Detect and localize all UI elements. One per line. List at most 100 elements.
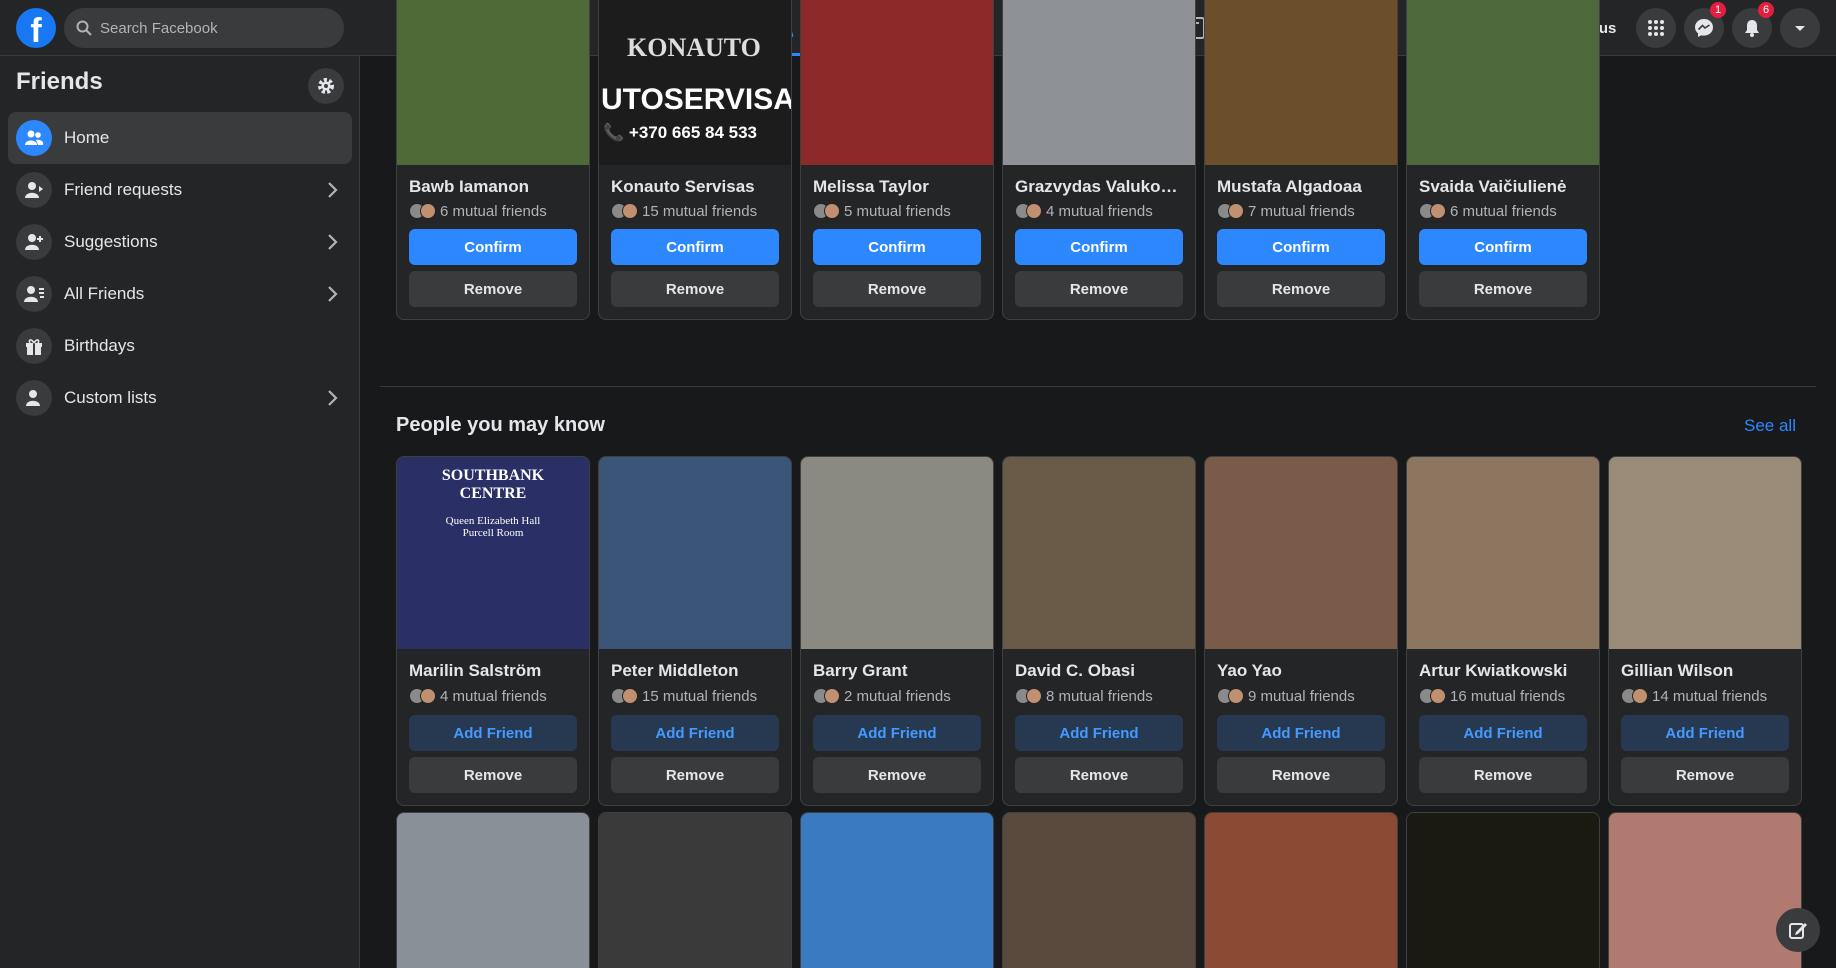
- profile-photo[interactable]: [801, 813, 993, 968]
- remove-button[interactable]: Remove: [1419, 757, 1587, 793]
- sidebar-item-custom-lists[interactable]: Custom lists: [8, 372, 352, 424]
- notifications-button[interactable]: 6: [1732, 2, 1774, 48]
- remove-button[interactable]: Remove: [813, 271, 981, 307]
- profile-photo[interactable]: [599, 457, 791, 649]
- confirm-button[interactable]: Confirm: [813, 229, 981, 265]
- sidebar-item-home[interactable]: Home: [8, 112, 352, 164]
- profile-photo[interactable]: [1609, 457, 1801, 649]
- add-friend-button[interactable]: Add Friend: [1621, 715, 1789, 751]
- sidebar-item-label: Friend requests: [64, 180, 183, 199]
- remove-button[interactable]: Remove: [409, 757, 577, 793]
- sidebar-item-suggestions[interactable]: Suggestions: [8, 216, 352, 268]
- mutual-friends[interactable]: 6 mutual friends: [1407, 197, 1599, 221]
- remove-button[interactable]: Remove: [611, 757, 779, 793]
- confirm-button[interactable]: Confirm: [1217, 229, 1385, 265]
- profile-photo[interactable]: [397, 0, 589, 165]
- remove-button[interactable]: Remove: [1217, 271, 1385, 307]
- friend-request-card: Melissa Taylor 5 mutual friends Confirm …: [800, 0, 994, 320]
- remove-button[interactable]: Remove: [409, 271, 577, 307]
- remove-button[interactable]: Remove: [1015, 271, 1183, 307]
- mutual-friends[interactable]: 9 mutual friends: [1205, 681, 1397, 705]
- search-box[interactable]: [64, 8, 344, 48]
- mutual-friends[interactable]: 14 mutual friends: [1609, 681, 1801, 705]
- profile-photo[interactable]: [801, 0, 993, 165]
- add-friend-button[interactable]: Add Friend: [813, 715, 981, 751]
- confirm-button[interactable]: Confirm: [1419, 229, 1587, 265]
- mutual-friends-count: 5 mutual friends: [844, 202, 951, 220]
- person-name[interactable]: Konauto Servisas: [599, 165, 791, 197]
- person-name[interactable]: Melissa Taylor: [801, 165, 993, 197]
- remove-button[interactable]: Remove: [611, 271, 779, 307]
- new-message-button[interactable]: [1776, 908, 1820, 952]
- profile-photo[interactable]: KONAUTO UTOSERVISA 📞 +370 665 84 533: [599, 0, 791, 165]
- menu-button[interactable]: [1636, 8, 1676, 48]
- profile-photo[interactable]: [1205, 0, 1397, 165]
- photo-banner-text: UTOSERVISA: [601, 83, 791, 116]
- profile-photo[interactable]: [1205, 457, 1397, 649]
- remove-button[interactable]: Remove: [1217, 757, 1385, 793]
- mutual-friends[interactable]: 7 mutual friends: [1205, 197, 1397, 221]
- mutual-friends-count: 6 mutual friends: [1450, 202, 1557, 220]
- profile-photo[interactable]: [1407, 0, 1599, 165]
- person-name[interactable]: Barry Grant: [801, 649, 993, 681]
- mutual-friends[interactable]: 8 mutual friends: [1003, 681, 1195, 705]
- mutual-friends-count: 16 mutual friends: [1450, 687, 1566, 705]
- sidebar-item-birthdays[interactable]: Birthdays: [8, 320, 352, 372]
- profile-photo[interactable]: [1609, 813, 1801, 968]
- suggestion-card: Artur Kwiatkowski 16 mutual friends Add …: [1406, 456, 1600, 806]
- remove-button[interactable]: Remove: [813, 757, 981, 793]
- mutual-friends[interactable]: 2 mutual friends: [801, 681, 993, 705]
- search-input[interactable]: [100, 19, 320, 37]
- profile-photo[interactable]: SOUTHBANK CENTRE Queen Elizabeth Hall Pu…: [397, 457, 589, 649]
- sidebar-item-all-friends[interactable]: All Friends: [8, 268, 352, 320]
- profile-photo[interactable]: [1407, 813, 1599, 968]
- person-name[interactable]: Artur Kwiatkowski: [1407, 649, 1599, 681]
- mutual-friends[interactable]: 5 mutual friends: [801, 197, 993, 221]
- profile-photo[interactable]: [1003, 457, 1195, 649]
- profile-photo[interactable]: [1205, 813, 1397, 968]
- profile-photo[interactable]: [1003, 0, 1195, 165]
- person-name[interactable]: Peter Middleton: [599, 649, 791, 681]
- mutual-friends[interactable]: 15 mutual friends: [599, 681, 791, 705]
- profile-photo[interactable]: [599, 813, 791, 968]
- suggestion-card: [1002, 812, 1196, 968]
- mutual-friends[interactable]: 16 mutual friends: [1407, 681, 1599, 705]
- mutual-friends[interactable]: 4 mutual friends: [397, 681, 589, 705]
- profile-photo[interactable]: [1407, 457, 1599, 649]
- mutual-friends[interactable]: 15 mutual friends: [599, 197, 791, 221]
- account-button[interactable]: [1780, 8, 1820, 48]
- add-friend-button[interactable]: Add Friend: [1217, 715, 1385, 751]
- add-friend-button[interactable]: Add Friend: [409, 715, 577, 751]
- mutual-friends[interactable]: 6 mutual friends: [397, 197, 589, 221]
- mutual-friends[interactable]: 4 mutual friends: [1003, 197, 1195, 221]
- person-name[interactable]: Grazvydas Valuko…: [1003, 165, 1195, 197]
- person-name[interactable]: Bawb Iamanon: [397, 165, 589, 197]
- facebook-logo[interactable]: f: [16, 8, 56, 48]
- remove-button[interactable]: Remove: [1621, 757, 1789, 793]
- person-name[interactable]: David C. Obasi: [1003, 649, 1195, 681]
- profile-photo[interactable]: [801, 457, 993, 649]
- person-name[interactable]: Gillian Wilson: [1609, 649, 1801, 681]
- add-person-icon: [16, 224, 52, 260]
- person-name[interactable]: Svaida Vaičiulienė: [1407, 165, 1599, 197]
- remove-button[interactable]: Remove: [1419, 271, 1587, 307]
- messenger-button[interactable]: 1: [1684, 2, 1726, 48]
- add-friend-button[interactable]: Add Friend: [1015, 715, 1183, 751]
- profile-photo[interactable]: [1003, 813, 1195, 968]
- remove-button[interactable]: Remove: [1015, 757, 1183, 793]
- profile-photo[interactable]: [397, 813, 589, 968]
- sidebar-item-friend-requests[interactable]: Friend requests: [8, 164, 352, 216]
- confirm-button[interactable]: Confirm: [611, 229, 779, 265]
- add-friend-button[interactable]: Add Friend: [1419, 715, 1587, 751]
- mutual-friends-count: 15 mutual friends: [642, 202, 758, 220]
- see-all-link[interactable]: See all: [1744, 416, 1796, 436]
- suggestion-card: [396, 812, 590, 968]
- person-name[interactable]: Yao Yao: [1205, 649, 1397, 681]
- add-friend-button[interactable]: Add Friend: [611, 715, 779, 751]
- confirm-button[interactable]: Confirm: [409, 229, 577, 265]
- person-name[interactable]: Mustafa Algadoaa: [1205, 165, 1397, 197]
- person-name[interactable]: Marilin Salström: [397, 649, 589, 681]
- confirm-button[interactable]: Confirm: [1015, 229, 1183, 265]
- mutual-avatar: [1430, 688, 1446, 704]
- settings-button[interactable]: [308, 68, 344, 104]
